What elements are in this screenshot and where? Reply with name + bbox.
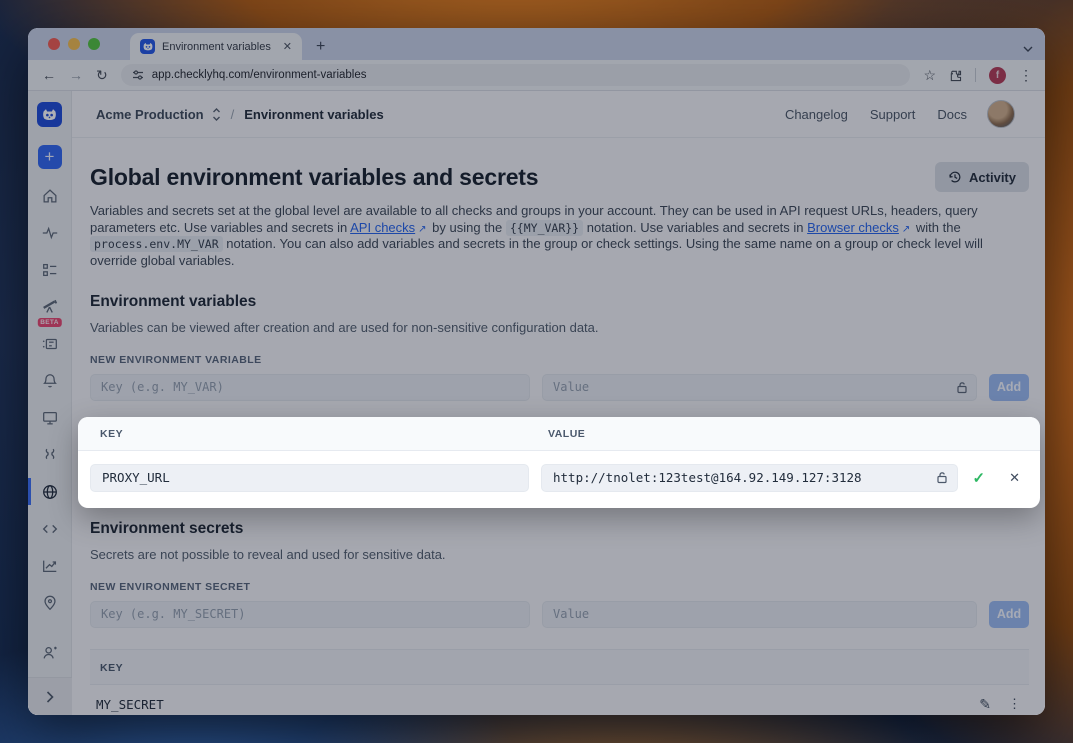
variable-key-field[interactable]: PROXY_URL [90,464,529,492]
value-column-header: VALUE [548,428,585,440]
variable-row-proxy-url: PROXY_URL http://tnolet:123test@164.92.1… [78,451,1040,508]
variables-table-header: KEY VALUE [78,417,1040,451]
browser-window: Environment variables ✕ + ← → ↻ app.chec… [28,28,1045,715]
confirm-check-icon[interactable]: ✓ [973,469,986,487]
spotlight-dim-overlay [28,28,1045,715]
variable-value-field[interactable]: http://tnolet:123test@164.92.149.127:312… [541,464,958,492]
key-column-header: KEY [100,428,548,440]
variables-table-card: KEY VALUE PROXY_URL http://tnolet:123tes… [78,417,1040,508]
lock-open-icon[interactable] [936,471,948,484]
cancel-x-icon[interactable]: ✕ [1009,470,1020,486]
